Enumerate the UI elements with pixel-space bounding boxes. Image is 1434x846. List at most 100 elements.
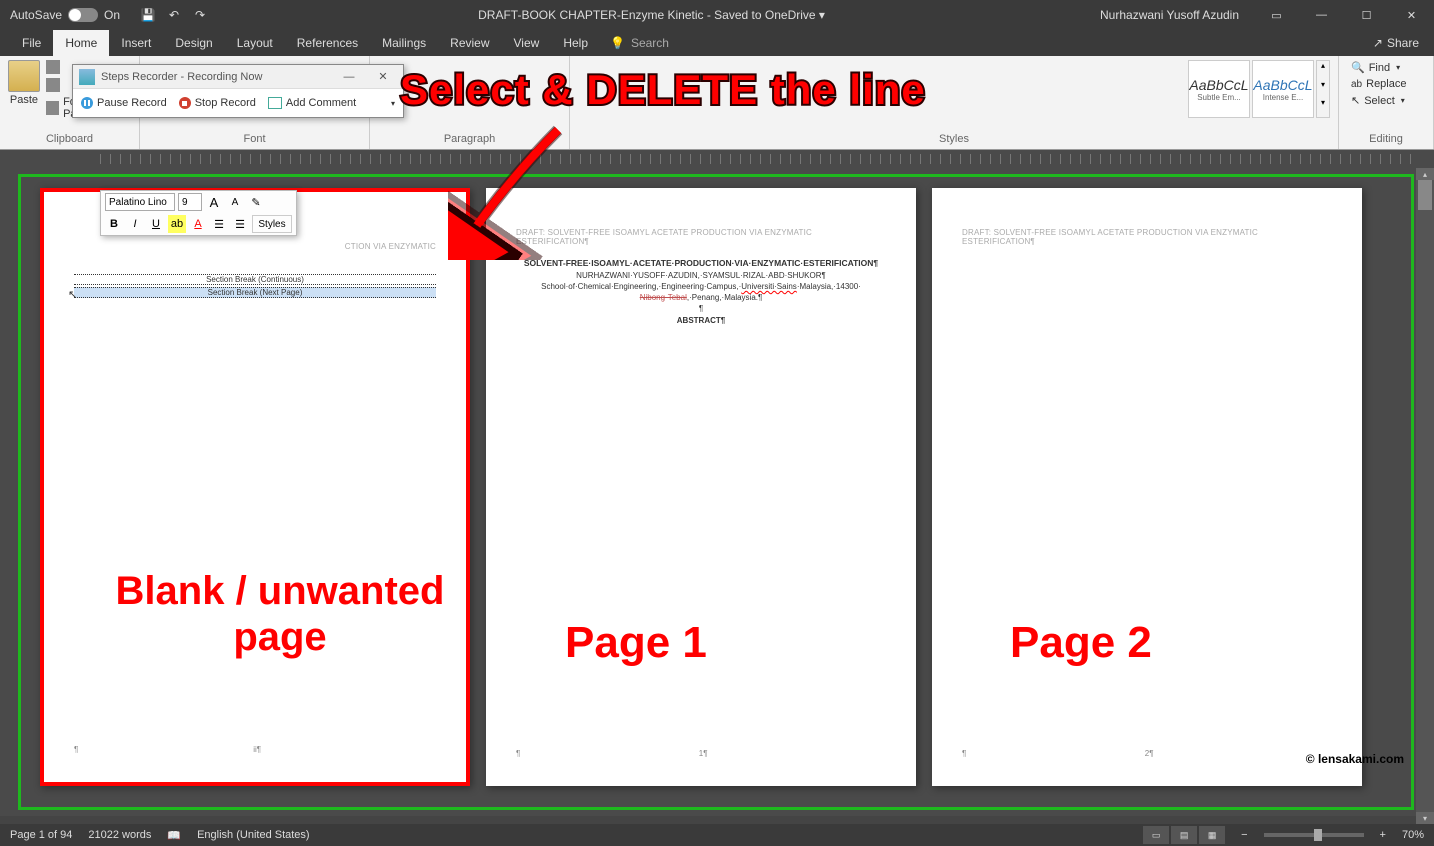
minimize-button[interactable]: — — [1299, 0, 1344, 30]
mini-font-input[interactable] — [105, 193, 175, 211]
style-preview: AaBbCcL — [1189, 77, 1248, 93]
annotation-page2: Page 2 — [1010, 618, 1152, 668]
tab-help[interactable]: Help — [551, 30, 600, 56]
select-button[interactable]: ↖Select▾ — [1347, 93, 1425, 108]
annotation-page1: Page 1 — [565, 618, 707, 668]
section-break-next-page[interactable]: Section Break (Next Page) — [74, 287, 436, 298]
title-bar: AutoSave On 💾 ↶ ↷ DRAFT-BOOK CHAPTER-Enz… — [0, 0, 1434, 30]
editing-group: 🔍Find▾ abReplace ↖Select▾ Editing — [1339, 56, 1434, 149]
share-button[interactable]: ↗ Share — [1358, 36, 1434, 50]
format-painter-icon[interactable]: ✎ — [247, 193, 265, 211]
vertical-ruler[interactable] — [0, 168, 18, 816]
font-color-icon[interactable]: A — [189, 215, 207, 233]
pause-record-button[interactable]: Pause Record — [81, 97, 167, 109]
close-button[interactable]: ✕ — [1389, 0, 1434, 30]
annotation-arrow — [448, 120, 568, 260]
add-comment-button[interactable]: Add Comment — [268, 97, 356, 109]
autosave-label: AutoSave — [10, 8, 62, 22]
brush-icon — [46, 101, 59, 115]
annotation-main: Select & DELETE the line — [400, 66, 926, 114]
tab-review[interactable]: Review — [438, 30, 501, 56]
comment-icon — [268, 97, 282, 109]
tab-layout[interactable]: Layout — [225, 30, 285, 56]
tab-view[interactable]: View — [502, 30, 552, 56]
tab-home[interactable]: Home — [53, 30, 109, 56]
zoom-in-button[interactable]: + — [1380, 829, 1386, 841]
stop-record-button[interactable]: Stop Record — [179, 97, 256, 109]
vertical-scrollbar[interactable]: ▴ ▾ — [1416, 168, 1434, 824]
mini-toolbar[interactable]: A A ✎ B I U ab A ☰ ☰ Styles — [100, 190, 297, 236]
zoom-level[interactable]: 70% — [1402, 829, 1424, 841]
autosave-state: On — [104, 8, 120, 22]
replace-icon: ab — [1351, 79, 1362, 90]
ribbon-options-icon[interactable]: ▭ — [1254, 0, 1299, 30]
spell-check-icon[interactable]: 📖 — [167, 829, 181, 842]
mini-styles-button[interactable]: Styles — [252, 215, 292, 233]
replace-button[interactable]: abReplace — [1347, 77, 1425, 91]
page-number: 1¶ — [699, 749, 708, 758]
user-name[interactable]: Nurhazwani Yusoff Azudin — [1085, 8, 1254, 22]
cursor-icon: ↖ — [68, 288, 77, 301]
underline-icon[interactable]: U — [147, 215, 165, 233]
section-break-continuous[interactable]: Section Break (Continuous) — [74, 274, 436, 285]
document-title: DRAFT-BOOK CHAPTER-Enzyme Kinetic - Save… — [218, 8, 1085, 22]
quick-access-toolbar: 💾 ↶ ↷ — [130, 7, 218, 23]
scroll-up-icon[interactable]: ▴ — [1416, 168, 1434, 180]
read-mode-icon[interactable]: ▭ — [1143, 826, 1169, 844]
autosave-toggle[interactable]: AutoSave On — [0, 8, 130, 22]
mini-size-input[interactable] — [178, 193, 202, 211]
style-intense-emphasis[interactable]: AaBbCcL Intense E... — [1252, 60, 1314, 118]
comment-label: Add Comment — [286, 97, 356, 109]
recorder-title-bar[interactable]: Steps Recorder - Recording Now — ✕ — [73, 65, 403, 89]
italic-icon[interactable]: I — [126, 215, 144, 233]
find-icon: 🔍 — [1351, 61, 1365, 74]
scroll-thumb[interactable] — [1418, 180, 1432, 210]
horizontal-ruler[interactable] — [0, 150, 1434, 168]
highlight-icon[interactable]: ab — [168, 215, 186, 233]
grow-font-icon[interactable]: A — [205, 193, 223, 211]
paste-button[interactable]: Paste — [8, 60, 40, 120]
print-layout-icon[interactable]: ▤ — [1171, 826, 1197, 844]
zoom-slider[interactable] — [1264, 833, 1364, 837]
page-blank[interactable]: CTION VIA ENZYMATIC Section Break (Conti… — [40, 188, 470, 786]
page-1[interactable]: DRAFT: SOLVENT-FREE ISOAMYL ACETATE PROD… — [486, 188, 916, 786]
style-subtle-emphasis[interactable]: AaBbCcL Subtle Em... — [1188, 60, 1250, 118]
tab-mailings[interactable]: Mailings — [370, 30, 438, 56]
tab-design[interactable]: Design — [163, 30, 224, 56]
recorder-close-button[interactable]: ✕ — [369, 70, 397, 83]
save-icon[interactable]: 💾 — [140, 7, 156, 23]
find-button[interactable]: 🔍Find▾ — [1347, 60, 1425, 75]
tell-me-search[interactable]: 💡 Search — [600, 36, 669, 50]
more-icon: ▾ — [1317, 98, 1329, 117]
page-status[interactable]: Page 1 of 94 — [10, 829, 72, 841]
share-label: Share — [1387, 36, 1419, 50]
undo-icon[interactable]: ↶ — [166, 7, 182, 23]
tab-insert[interactable]: Insert — [109, 30, 163, 56]
chevron-up-icon: ▴ — [1317, 61, 1329, 80]
tab-references[interactable]: References — [285, 30, 370, 56]
steps-recorder-window[interactable]: Steps Recorder - Recording Now — ✕ Pause… — [72, 64, 404, 118]
recorder-menu-button[interactable]: ▾ — [391, 99, 395, 108]
tab-file[interactable]: File — [10, 30, 53, 56]
recorder-minimize-button[interactable]: — — [335, 71, 363, 83]
styles-group-label: Styles — [578, 131, 1330, 145]
bullets-icon[interactable]: ☰ — [210, 215, 228, 233]
bold-icon[interactable]: B — [105, 215, 123, 233]
copy-icon — [46, 78, 60, 92]
maximize-button[interactable]: ☐ — [1344, 0, 1389, 30]
style-name: Intense E... — [1263, 93, 1303, 102]
paste-label: Paste — [10, 94, 38, 106]
web-layout-icon[interactable]: ▦ — [1199, 826, 1225, 844]
word-count[interactable]: 21022 words — [88, 829, 151, 841]
styles-more-button[interactable]: ▴ ▾ ▾ — [1316, 60, 1330, 118]
page-2[interactable]: DRAFT: SOLVENT-FREE ISOAMYL ACETATE PROD… — [932, 188, 1362, 786]
shrink-font-icon[interactable]: A — [226, 193, 244, 211]
numbering-icon[interactable]: ☰ — [231, 215, 249, 233]
zoom-out-button[interactable]: − — [1241, 829, 1247, 841]
redo-icon[interactable]: ↷ — [192, 7, 208, 23]
autosave-switch-icon[interactable] — [68, 8, 98, 22]
document-area: CTION VIA ENZYMATIC Section Break (Conti… — [0, 168, 1434, 816]
language-status[interactable]: English (United States) — [197, 829, 310, 841]
page-header: DRAFT: SOLVENT-FREE ISOAMYL ACETATE PROD… — [932, 188, 1362, 252]
scroll-down-icon[interactable]: ▾ — [1416, 812, 1434, 824]
